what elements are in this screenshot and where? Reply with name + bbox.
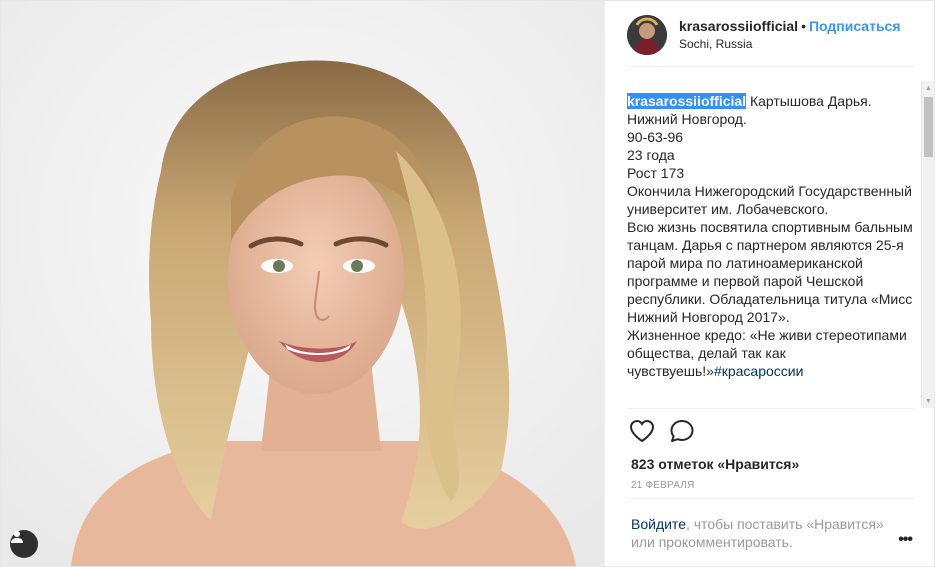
- scroll-up-arrow-icon[interactable]: ▲: [922, 81, 935, 95]
- avatar-image: [627, 14, 667, 55]
- scroll-down-arrow-icon[interactable]: ▼: [922, 394, 935, 408]
- tagged-people-button[interactable]: [10, 530, 38, 558]
- post-date[interactable]: 21 ФЕВРАЛЯ: [631, 480, 695, 491]
- divider: [627, 408, 914, 409]
- likes-count[interactable]: 823 отметок «Нравится»: [631, 456, 799, 472]
- separator-dot: •: [801, 17, 806, 34]
- avatar[interactable]: [627, 14, 667, 55]
- hashtag-link[interactable]: #красароссии: [714, 363, 803, 379]
- location-link[interactable]: Sochi, Russia: [679, 35, 901, 53]
- comments-area[interactable]: krasarossiiofficial Картышова Дарья. Ниж…: [627, 80, 920, 408]
- like-button[interactable]: [629, 419, 655, 448]
- more-options-button[interactable]: •••: [898, 531, 913, 549]
- portrait-image: [1, 1, 604, 566]
- divider: [627, 498, 914, 499]
- post-photo[interactable]: [1, 1, 604, 566]
- heart-outline-icon: [629, 419, 655, 443]
- comment-button[interactable]: [669, 419, 695, 448]
- follow-button[interactable]: Подписаться: [809, 18, 901, 34]
- caption: krasarossiiofficial Картышова Дарья. Ниж…: [627, 80, 920, 380]
- action-bar: [629, 419, 695, 448]
- caption-username-link[interactable]: krasarossiiofficial: [627, 93, 747, 109]
- username-link[interactable]: krasarossiiofficial: [679, 18, 798, 34]
- post-sidebar: krasarossiiofficial • Подписаться Sochi, R…: [604, 1, 934, 566]
- login-prompt: Войдите, чтобы поставить «Нравится» или …: [631, 515, 891, 551]
- scroll-thumb[interactable]: [924, 97, 933, 157]
- caption-text: Картышова Дарья. Нижний Новгород. 90-63-…: [627, 93, 913, 379]
- speech-bubble-icon: [670, 420, 694, 442]
- instagram-post: krasarossiiofficial • Подписаться Sochi, R…: [0, 0, 935, 567]
- person-tag-icon: [11, 531, 23, 543]
- comments-scrollbar[interactable]: ▲ ▼: [921, 81, 934, 408]
- login-link[interactable]: Войдите: [631, 516, 686, 532]
- post-header: krasarossiiofficial • Подписаться Sochi, R…: [627, 1, 914, 67]
